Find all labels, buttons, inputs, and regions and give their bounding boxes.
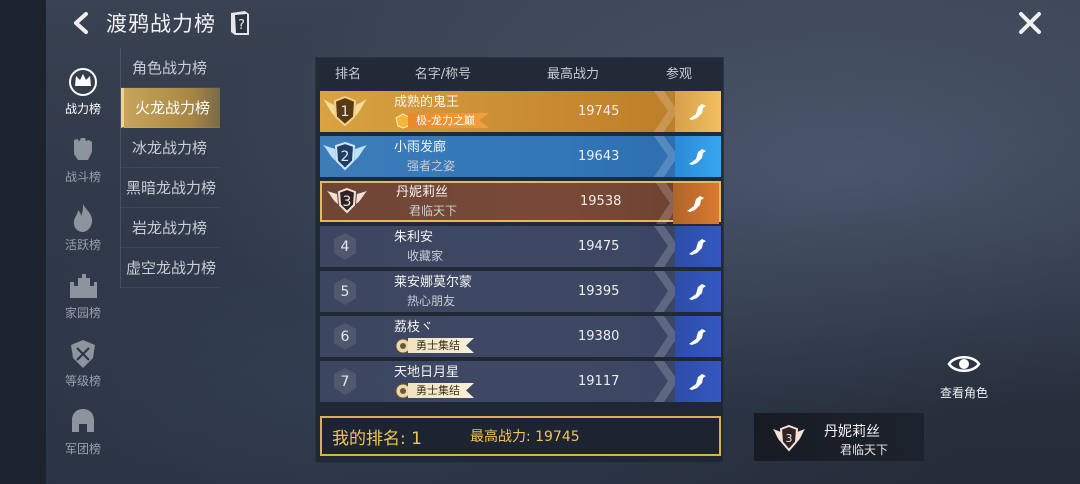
table-row[interactable]: 1 成熟的鬼王 极-龙力之巅 19745 (320, 91, 721, 132)
table-row[interactable]: 6 荔枝ヾ 勇士集结 19380 (320, 316, 721, 357)
player-title: 热心朋友 (407, 293, 456, 308)
rank-badge: 7 (320, 361, 370, 402)
category-fire-dragon[interactable]: 火龙战力榜 (121, 88, 220, 128)
nav-item-level[interactable]: 等级榜 (52, 334, 114, 402)
rank-badge: 5 (320, 271, 370, 312)
nav-item-home[interactable]: 家园榜 (52, 266, 114, 334)
title-tag: 极-龙力之巅 (394, 112, 544, 129)
view-button[interactable] (675, 271, 721, 312)
selected-rank-number: 3 (786, 432, 793, 445)
table-header: 排名 名字/称号 最高战力 参观 (316, 58, 723, 86)
power-value: 19117 (578, 374, 620, 389)
category-dark-dragon[interactable]: 黑暗龙战力榜 (121, 168, 220, 208)
my-rank-text: 我的排名: 1 (332, 428, 422, 449)
raven-icon (687, 195, 704, 212)
leaderboard-nav: 战力榜 战斗榜 活跃榜 家园榜 等级榜 军团榜 (52, 62, 114, 470)
selected-player-title: 君临天下 (840, 443, 889, 457)
eye-icon (947, 356, 981, 372)
category-rock-dragon[interactable]: 岩龙战力榜 (121, 208, 220, 248)
selected-player-card: 3 丹妮莉丝 君临天下 (754, 413, 924, 461)
raven-icon (689, 373, 706, 390)
view-button[interactable] (675, 136, 721, 177)
header-name: 名字/称号 (414, 66, 472, 82)
raven-icon (689, 283, 706, 300)
shield-icon (71, 340, 95, 368)
table-row[interactable]: 7 天地日月星 勇士集结 19117 (320, 361, 721, 402)
player-name: 成熟的鬼王 (394, 94, 460, 110)
rank-badge: 2 (320, 136, 370, 177)
player-name: 莱安娜莫尔蒙 (394, 274, 473, 290)
table-row[interactable]: 3 丹妮莉丝 君临天下 19538 (320, 181, 721, 224)
view-button[interactable] (675, 226, 721, 267)
header-power: 最高战力 (546, 66, 599, 82)
raven-icon (689, 148, 706, 165)
view-button[interactable] (675, 316, 721, 357)
table-row[interactable]: 4 朱利安 收藏家 19475 (320, 226, 721, 267)
nav-item-power[interactable]: 战力榜 (52, 62, 114, 130)
title-tag: 勇士集结 (394, 338, 544, 354)
player-name: 朱利安 (394, 229, 434, 245)
power-value: 19395 (578, 284, 620, 299)
crown-shield-icon (69, 68, 97, 96)
view-button[interactable] (675, 361, 721, 402)
player-title: 君临天下 (409, 203, 458, 218)
left-edge (0, 0, 46, 484)
rank-badge: 6 (320, 316, 370, 357)
player-name: 荔枝ヾ (394, 319, 434, 335)
view-role-label: 查看角色 (939, 386, 988, 400)
raven-icon (689, 328, 706, 345)
header: 渡鸦战力榜 ? (70, 8, 252, 38)
power-value: 19643 (578, 149, 620, 164)
player-name: 小雨发廊 (394, 139, 447, 155)
page-title: 渡鸦战力榜 (106, 12, 216, 36)
help-book-icon[interactable]: ? (228, 9, 252, 37)
close-icon[interactable] (1017, 10, 1043, 36)
castle-icon (70, 274, 97, 298)
raven-icon (689, 238, 706, 255)
selected-player-name: 丹妮莉丝 (824, 424, 880, 440)
view-button[interactable] (675, 91, 721, 132)
nav-item-activity[interactable]: 活跃榜 (52, 198, 114, 266)
ranking-panel: 排名 名字/称号 最高战力 参观 1 成熟的鬼王 极-龙力之巅 19745 2 … (315, 57, 724, 463)
flame-icon (73, 204, 93, 232)
header-rank: 排名 (334, 66, 361, 82)
power-value: 19745 (578, 104, 620, 119)
raven-icon (689, 103, 706, 120)
category-void-dragon[interactable]: 虚空龙战力榜 (121, 248, 220, 288)
rank-badge: 1 (320, 91, 370, 132)
player-name: 天地日月星 (394, 364, 460, 380)
table-row[interactable]: 2 小雨发廊 强者之姿 19643 (320, 136, 721, 177)
power-value: 19475 (578, 239, 620, 254)
category-list: 角色战力榜 火龙战力榜 冰龙战力榜 黑暗龙战力榜 岩龙战力榜 虚空龙战力榜 (120, 48, 220, 288)
rank-badge: 4 (320, 226, 370, 267)
rank-badge: 3 (322, 181, 372, 222)
back-arrow-icon[interactable] (70, 11, 92, 35)
player-title: 收藏家 (407, 248, 444, 263)
power-value: 19538 (580, 194, 622, 209)
my-rank-bar: 我的排名: 1 最高战力: 19745 (320, 416, 721, 456)
helmet-icon (72, 409, 94, 432)
category-role-power[interactable]: 角色战力榜 (121, 48, 220, 88)
svg-text:?: ? (238, 18, 245, 33)
header-view: 参观 (665, 66, 692, 82)
category-ice-dragon[interactable]: 冰龙战力榜 (121, 128, 220, 168)
nav-item-battle[interactable]: 战斗榜 (52, 130, 114, 198)
table-row[interactable]: 5 莱安娜莫尔蒙 热心朋友 19395 (320, 271, 721, 312)
power-value: 19380 (578, 329, 620, 344)
player-name: 丹妮莉丝 (396, 184, 449, 200)
player-title: 强者之姿 (407, 158, 456, 173)
title-tag: 勇士集结 (394, 383, 544, 399)
nav-item-legion[interactable]: 军团榜 (52, 402, 114, 470)
bronze-wings-icon: 3 (773, 424, 805, 452)
view-button[interactable] (673, 183, 719, 224)
view-role-button[interactable]: 查看角色 (936, 350, 992, 401)
fist-icon (74, 138, 92, 160)
selected-rank-badge: 3 (772, 421, 806, 455)
my-power-text: 最高战力: 19745 (469, 429, 580, 445)
